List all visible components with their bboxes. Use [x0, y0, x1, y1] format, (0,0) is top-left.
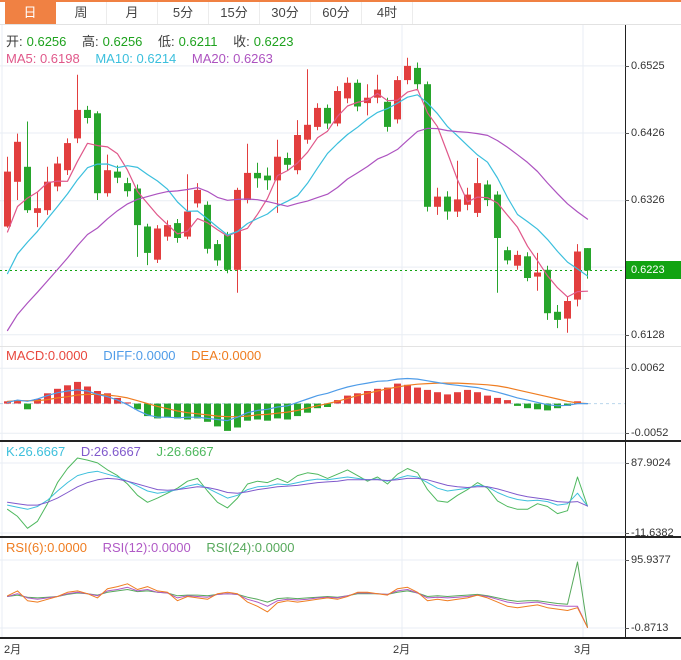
ma10-value: MA10: 0.6214: [95, 51, 177, 66]
ma-legend: MA5: 0.6198 MA10: 0.6214 MA20: 0.6263: [6, 51, 277, 66]
rsi-axis-tick-1: 95.9377: [625, 554, 671, 566]
main-axis-tick-2: 0.6426: [625, 127, 665, 139]
macd-axis-tick-1: 0.0062: [625, 362, 665, 374]
main-axis-tick-3: 0.6326: [625, 194, 665, 206]
main-macd-divider: [0, 346, 681, 347]
x-axis-label-2: 2月: [393, 644, 411, 656]
x-axis-label-1: 2月: [4, 644, 22, 656]
j-value: J:26.6667: [156, 444, 214, 459]
kdj-legend: K:26.6667 D:26.6667 J:26.6667: [6, 444, 218, 459]
open-label: 开:: [6, 34, 23, 49]
ohlc-legend: 开: 0.6256 高: 0.6256 低: 0.6211 收: 0.6223: [6, 31, 297, 50]
high-label: 高:: [82, 34, 99, 49]
rsi-axis-tick-2: -0.8713: [624, 622, 669, 634]
trading-chart-app: 日 周 月 5分 15分 30分 60分 4时 开: 0.6256 高: 0.625…: [0, 0, 681, 660]
diff-value: DIFF:0.0000: [103, 348, 176, 363]
macd-kdj-divider: [0, 440, 681, 442]
close-value: 0.6223: [253, 34, 294, 49]
rsi-legend: RSI(6):0.0000 RSI(12):0.0000 RSI(24):0.0…: [6, 540, 299, 555]
current-price-tag: 0.6223: [626, 261, 681, 279]
main-axis-tick-4: 0.6128: [625, 329, 665, 341]
chart-canvas[interactable]: [0, 0, 681, 660]
kdj-rsi-divider: [0, 536, 681, 538]
x-axis-line: [0, 637, 681, 639]
main-axis-tick-1: 0.6525: [625, 60, 665, 72]
d-value: D:26.6667: [80, 444, 141, 459]
rsi6-value: RSI(6):0.0000: [6, 540, 87, 555]
y-axis-line: [625, 25, 626, 639]
rsi12-value: RSI(12):0.0000: [102, 540, 191, 555]
rsi24-value: RSI(24):0.0000: [206, 540, 295, 555]
open-value: 0.6256: [26, 34, 67, 49]
high-value: 0.6256: [102, 34, 143, 49]
macd-axis-tick-2: -0.0052: [624, 427, 669, 439]
x-axis-label-3: 3月: [574, 644, 592, 656]
macd-legend: MACD:0.0000 DIFF:0.0000 DEA:0.0000: [6, 348, 265, 363]
close-label: 收:: [233, 34, 250, 49]
ma5-value: MA5: 0.6198: [6, 51, 80, 66]
kdj-axis-tick-2: -11.6382: [625, 527, 674, 539]
ma20-value: MA20: 0.6263: [191, 51, 273, 66]
macd-value: MACD:0.0000: [6, 348, 88, 363]
k-value: K:26.6667: [6, 444, 66, 459]
dea-value: DEA:0.0000: [191, 348, 262, 363]
low-value: 0.6211: [178, 34, 218, 49]
low-label: 低:: [158, 34, 175, 49]
kdj-axis-tick-1: 87.9024: [625, 457, 671, 469]
